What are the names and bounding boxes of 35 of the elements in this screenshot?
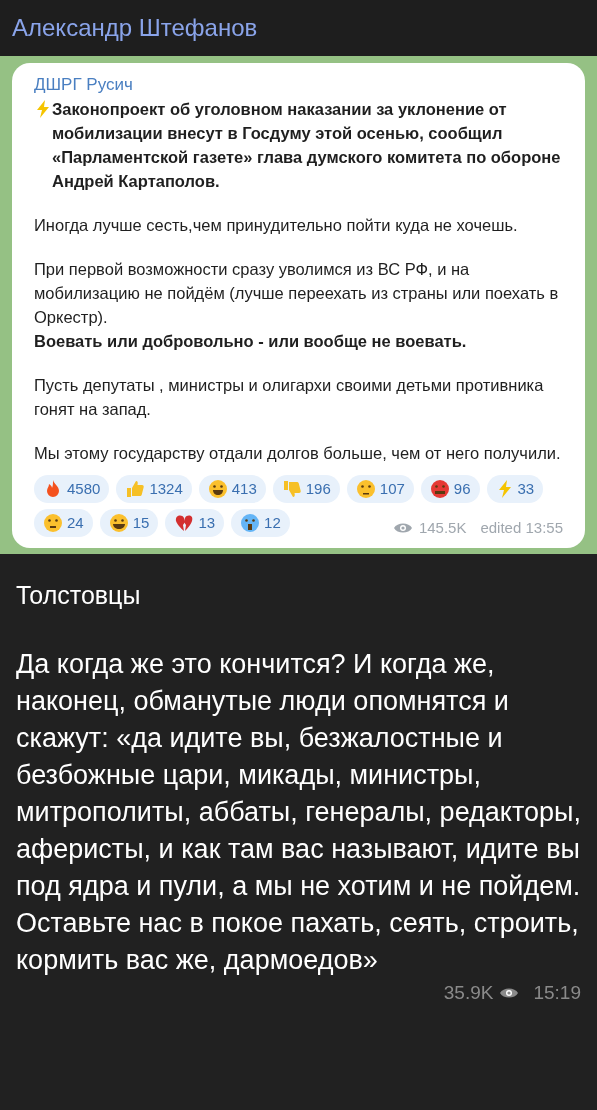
message-paragraph: При первой возможности сразу уволимся из ВС РФ, и на мобилизацию не пойдём (лучше переехать из страны или поехать в Оркестр). bbox=[34, 259, 560, 328]
grinning-face-icon bbox=[108, 513, 129, 533]
reaction-chip[interactable]: 12 bbox=[231, 509, 290, 537]
author-name: Толстовцы bbox=[16, 579, 142, 611]
message-paragraph: Мы этому государству отдали долгов больше, чем от него получили. bbox=[34, 443, 561, 464]
laughing-face-icon bbox=[207, 479, 228, 499]
screaming-face-icon bbox=[240, 513, 261, 533]
reaction-chip[interactable]: 107 bbox=[346, 475, 414, 503]
reaction-chip[interactable]: 15 bbox=[99, 509, 159, 537]
reaction-chip[interactable]: 4580 bbox=[34, 475, 110, 503]
message-text: Да когда же это кончится? И когда же, наконец, обманутые люди опомнятся и скажут: «да идите вы, безжалостные и безбожные цари, микады, министры, митрополиты, аббаты, генералы, редакторы, аферисты, и как там вас называют, идите вы под ядра и пули, а мы не хотим и не пойдем. Оставьте нас в покое пахать, сеять, строить, кормить вас же, дармоедов» bbox=[16, 647, 581, 977]
thinking-face-icon bbox=[355, 479, 376, 499]
face-icon bbox=[43, 513, 63, 533]
broken-heart-icon bbox=[174, 513, 195, 533]
reaction-chip[interactable]: 413 bbox=[198, 475, 266, 503]
edited-time: edited 13:55 bbox=[480, 518, 563, 538]
view-count: 35.9K bbox=[443, 980, 494, 1005]
reaction-chip[interactable]: 96 bbox=[420, 475, 480, 503]
reaction-chip[interactable]: 24 bbox=[34, 509, 93, 537]
message-paragraph: Иногда лучше сесть,чем принудительно пойти куда не хочешь. bbox=[34, 215, 518, 236]
message-paragraph: Пусть депутаты , министры и олигархи своими детьми противника гонят на запад. bbox=[34, 375, 545, 420]
sender-name[interactable]: Александр Штефанов bbox=[12, 10, 258, 46]
reaction-chip[interactable]: 196 bbox=[272, 475, 340, 503]
reaction-chip[interactable]: 1324 bbox=[116, 475, 192, 503]
channel-name[interactable]: ДШРГ Русич bbox=[34, 73, 563, 97]
lightning-icon bbox=[34, 99, 52, 119]
reaction-chip[interactable]: 13 bbox=[165, 509, 225, 537]
message-time: 15:19 bbox=[533, 980, 581, 1005]
thumbs-up-icon bbox=[125, 479, 146, 499]
thumbs-down-icon bbox=[281, 479, 302, 499]
message-paragraph: Воевать или добровольно - или вообще не воевать. bbox=[34, 331, 467, 352]
reaction-chip[interactable]: 33 bbox=[486, 475, 544, 503]
message-paragraph: Законопроект об уголовном наказании за уклонение от мобилизации внесут в Госдуму этой осенью, сообщил «Парламентской газете» глава думского комитета по обороне Андрей Картаполов. bbox=[52, 99, 562, 192]
view-count: 145.5K bbox=[418, 518, 467, 538]
angry-face-icon bbox=[429, 479, 450, 499]
